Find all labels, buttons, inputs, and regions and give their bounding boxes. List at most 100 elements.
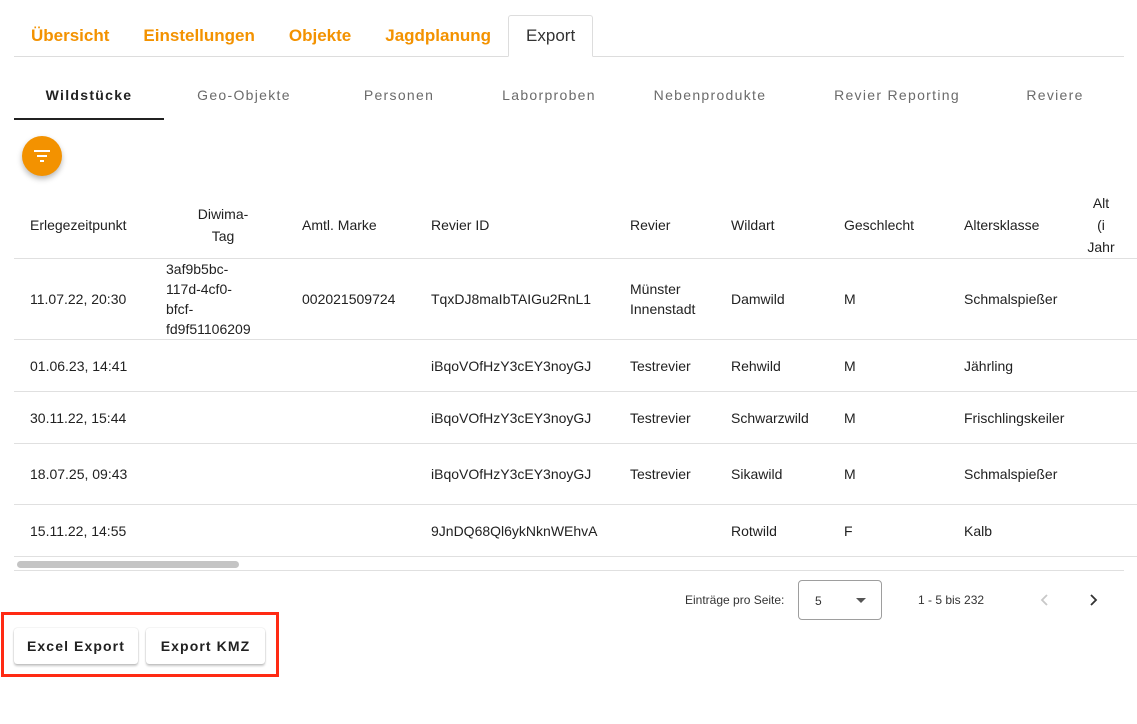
col-erlegezeitpunkt[interactable]: Erlegezeitpunkt: [14, 192, 160, 259]
cell-amtl-marke: [286, 391, 415, 444]
table-row[interactable]: 11.07.22, 20:30 3af9b5bc- 117d-4cf0- bfc…: [14, 258, 1137, 340]
sub-tab-bar: Wildstücke Geo-Objekte Personen Laborpro…: [14, 72, 1134, 120]
filter-button[interactable]: [22, 136, 62, 176]
cell-erlegezeitpunkt: 11.07.22, 20:30: [14, 258, 160, 340]
col-diwima-tag[interactable]: Diwima- Tag: [160, 192, 286, 259]
col-alter[interactable]: Alt (i Jahr: [1081, 192, 1137, 259]
table-row[interactable]: 01.06.23, 14:41 iBqoVOfHzY3cEY3noyGJ Tes…: [14, 339, 1137, 392]
col-revier-id[interactable]: Revier ID: [415, 192, 614, 259]
col-geschlecht[interactable]: Geschlecht: [828, 192, 948, 259]
cell-altersklasse: Schmalspießer: [948, 258, 1081, 340]
page: Übersicht Einstellungen Objekte Jagdplan…: [0, 0, 1137, 724]
cell-altersklasse: Kalb: [948, 504, 1081, 557]
subtab-laborproben[interactable]: Laborproben: [474, 72, 624, 118]
cell-geschlecht: M: [828, 258, 948, 340]
cell-revier-id: iBqoVOfHzY3cEY3noyGJ: [415, 391, 614, 444]
cell-alter: [1081, 443, 1137, 505]
table-header-row: Erlegezeitpunkt Diwima- Tag Amtl. Marke …: [14, 192, 1137, 259]
cell-wildart: Rehwild: [715, 339, 828, 392]
table-row[interactable]: 15.11.22, 14:55 9JnDQ68Ql6ykNknWEhvA Rot…: [14, 504, 1137, 557]
cell-erlegezeitpunkt: 30.11.22, 15:44: [14, 391, 160, 444]
cell-alter: [1081, 391, 1137, 444]
cell-revier: Testrevier: [614, 339, 715, 392]
cell-revier: Münster Innenstadt: [614, 258, 715, 340]
cell-geschlecht: F: [828, 504, 948, 557]
chevron-left-icon: [1040, 594, 1048, 606]
cell-revier: Testrevier: [614, 443, 715, 505]
cell-diwima-line: 3af9b5bc-: [166, 261, 229, 277]
cell-alter: [1081, 339, 1137, 392]
subtab-revier-reporting[interactable]: Revier Reporting: [796, 72, 998, 118]
cell-diwima-line: bfcf-: [166, 301, 194, 317]
scrollbar-thumb[interactable]: [17, 561, 239, 568]
cell-revier-id: iBqoVOfHzY3cEY3noyGJ: [415, 339, 614, 392]
col-alter-text: Alt (i Jahr: [1071, 192, 1131, 258]
cell-wildart: Schwarzwild: [715, 391, 828, 444]
table-row[interactable]: 18.07.25, 09:43 iBqoVOfHzY3cEY3noyGJ Tes…: [14, 443, 1137, 505]
cell-altersklasse: Schmalspießer: [948, 443, 1081, 505]
cell-erlegezeitpunkt: 01.06.23, 14:41: [14, 339, 160, 392]
col-revier[interactable]: Revier: [614, 192, 715, 259]
top-tab-bar: Übersicht Einstellungen Objekte Jagdplan…: [14, 14, 1124, 57]
col-diwima-tag-line1: Diwima-: [197, 206, 249, 222]
cell-altersklasse: Frischlingskeiler: [948, 391, 1081, 444]
col-diwima-tag-line2: Tag: [211, 228, 235, 244]
cell-diwima-tag: 3af9b5bc- 117d-4cf0- bfcf- fd9f51106209: [160, 258, 286, 340]
col-wildart[interactable]: Wildart: [715, 192, 828, 259]
cell-alter: [1081, 258, 1137, 340]
filter-list-icon: [34, 150, 50, 162]
page-size-label: Einträge pro Seite:: [685, 593, 785, 607]
next-page-button[interactable]: [1081, 588, 1105, 612]
tab-einstellungen[interactable]: Einstellungen: [126, 15, 271, 56]
col-alter-line1: Alt: [1092, 195, 1110, 211]
cell-erlegezeitpunkt: 15.11.22, 14:55: [14, 504, 160, 557]
cell-diwima-tag: [160, 443, 286, 505]
cell-revier-line: Münster: [630, 281, 681, 297]
cell-revier-id: TqxDJ8maIbTAIGu2RnL1: [415, 258, 614, 340]
cell-revier: [614, 504, 715, 557]
cell-revier: Testrevier: [614, 391, 715, 444]
subtab-nebenprodukte[interactable]: Nebenprodukte: [624, 72, 796, 118]
cell-wildart: Rotwild: [715, 504, 828, 557]
tab-export[interactable]: Export: [508, 15, 594, 57]
cell-diwima-tag: [160, 339, 286, 392]
cell-wildart: Damwild: [715, 258, 828, 340]
subtab-reviere[interactable]: Reviere: [998, 72, 1112, 118]
subtab-geo-objekte[interactable]: Geo-Objekte: [164, 72, 324, 118]
cell-wildart: Sikawild: [715, 443, 828, 505]
cell-geschlecht: M: [828, 339, 948, 392]
chevron-right-icon: [1090, 594, 1098, 606]
tab-objekte[interactable]: Objekte: [272, 15, 368, 56]
cell-diwima-line: fd9f51106209: [166, 321, 251, 337]
dropdown-arrow-icon: [856, 598, 866, 603]
cell-revier-line: Innenstadt: [630, 301, 696, 317]
page-size-select[interactable]: 5: [798, 580, 882, 620]
col-altersklasse[interactable]: Altersklasse: [948, 192, 1081, 259]
subtab-wildstuecke[interactable]: Wildstücke: [14, 72, 164, 120]
subtab-personen[interactable]: Personen: [324, 72, 474, 118]
horizontal-scrollbar[interactable]: [14, 560, 1124, 571]
wildstuecke-table[interactable]: Erlegezeitpunkt Diwima- Tag Amtl. Marke …: [14, 192, 1137, 570]
col-amtl-marke[interactable]: Amtl. Marke: [286, 192, 415, 259]
cell-diwima-tag: [160, 391, 286, 444]
cell-alter: [1081, 504, 1137, 557]
cell-amtl-marke: 002021509724: [286, 258, 415, 340]
page-size-value: 5: [815, 594, 822, 608]
table-row[interactable]: 30.11.22, 15:44 iBqoVOfHzY3cEY3noyGJ Tes…: [14, 391, 1137, 444]
cell-diwima-tag: [160, 504, 286, 557]
cell-amtl-marke: [286, 443, 415, 505]
cell-altersklasse: Jährling: [948, 339, 1081, 392]
excel-export-button[interactable]: Excel Export: [14, 628, 138, 664]
tab-uebersicht[interactable]: Übersicht: [14, 15, 126, 56]
cell-amtl-marke: [286, 339, 415, 392]
cell-diwima-line: 117d-4cf0-: [166, 281, 232, 297]
cell-geschlecht: M: [828, 443, 948, 505]
export-kmz-button[interactable]: Export KMZ: [146, 628, 265, 664]
page-range-label: 1 - 5 bis 232: [918, 593, 985, 607]
previous-page-button[interactable]: [1033, 588, 1057, 612]
tab-jagdplanung[interactable]: Jagdplanung: [368, 15, 508, 56]
cell-erlegezeitpunkt: 18.07.25, 09:43: [14, 443, 160, 505]
cell-geschlecht: M: [828, 391, 948, 444]
col-alter-line2: (i: [1097, 217, 1105, 233]
cell-amtl-marke: [286, 504, 415, 557]
